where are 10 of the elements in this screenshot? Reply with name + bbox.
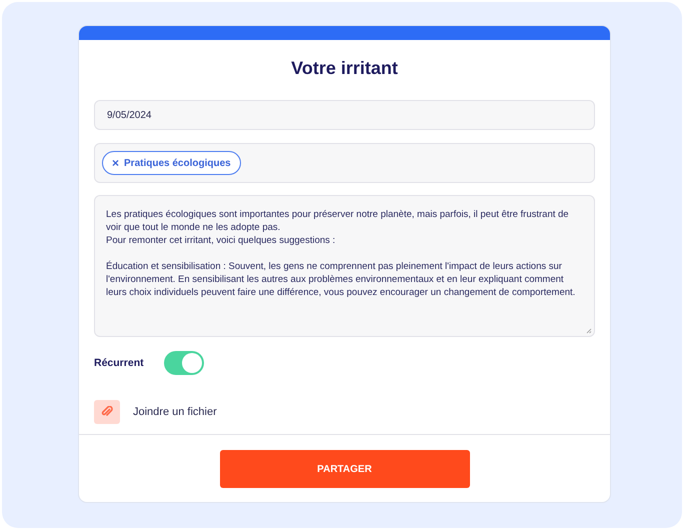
form-title: Votre irritant — [290, 58, 399, 79]
recurrent-label: Récurrent — [94, 357, 144, 369]
paperclip-icon[interactable] — [94, 400, 120, 424]
attach-file-link[interactable]: Joindre un fichier — [133, 406, 217, 418]
tag-chip[interactable]: × Pratiques écologiques — [102, 151, 241, 175]
date-field[interactable]: 9/05/2024 — [94, 100, 595, 130]
recurrent-toggle[interactable] — [164, 351, 204, 375]
description-field[interactable]: Les pratiques écologiques sont importantes pour préserver notre planète, mais parfois, il peut être frustrant de voir que tout le monde ne les adopte pas. Pour remonter cet irritant, voici quelques suggestions : Éducation et sensibilisation : Souvent, les gens ne comprennent pas pleinement l'impact de leurs actions sur l'environnement. En sensibilisant les autres aux problèmes environnementaux et en leur expliquant comment leurs choix individuels peuvent faire une différence, vous pouvez encourager un changement de comportement. — [94, 195, 595, 337]
resize-handle-icon[interactable] — [586, 328, 592, 334]
tags-field[interactable]: × Pratiques écologiques — [94, 143, 595, 183]
